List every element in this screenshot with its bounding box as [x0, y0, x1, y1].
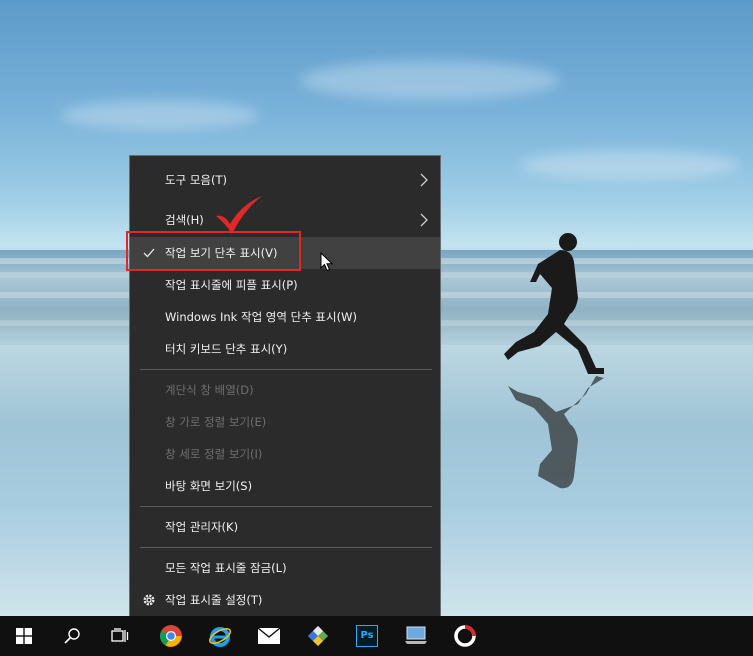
photoshop-label: Ps [360, 630, 374, 641]
mouse-cursor-icon [320, 252, 334, 272]
menu-item-label: 창 가로 정렬 보기(E) [165, 415, 267, 429]
app-icon [454, 625, 476, 647]
network-icon [405, 626, 427, 644]
chrome-icon [160, 625, 182, 647]
menu-item-cascade-windows[interactable]: 계단식 창 배열(D) [130, 374, 440, 406]
menu-item-label: 터치 키보드 단추 표시(Y) [165, 342, 288, 356]
menu-item-label: 작업 표시줄 설정(T) [165, 593, 263, 607]
internet-explorer-icon [208, 627, 232, 647]
menu-item-show-touch-keyboard[interactable]: 터치 키보드 단추 표시(Y) [130, 333, 440, 365]
menu-item-label: 바탕 화면 보기(S) [165, 479, 253, 493]
chevron-right-icon [420, 213, 428, 227]
menu-item-label: 작업 관리자(K) [165, 520, 239, 534]
taskbar-search-button[interactable] [48, 616, 96, 656]
taskbar-internet-explorer[interactable] [196, 616, 244, 656]
taskbar-network-app[interactable] [392, 616, 440, 656]
search-icon [64, 628, 80, 644]
taskbar-mail[interactable] [245, 616, 293, 656]
taskbar-store[interactable] [294, 616, 342, 656]
menu-separator [140, 547, 432, 548]
task-view-button[interactable] [96, 616, 144, 656]
chevron-right-icon [420, 173, 428, 187]
highlight-box [126, 231, 301, 271]
taskbar-app[interactable] [441, 616, 489, 656]
task-view-icon [111, 628, 129, 642]
taskbar-photoshop[interactable]: Ps [343, 616, 391, 656]
menu-item-label: 모든 작업 표시줄 잠금(L) [165, 561, 287, 575]
mail-icon [257, 627, 281, 644]
taskbar-context-menu: 도구 모음(T) 검색(H) 작업 보기 단추 표시(V) 작업 표시줄에 피플… [129, 155, 441, 617]
menu-item-lock-taskbar[interactable]: 모든 작업 표시줄 잠금(L) [130, 552, 440, 584]
taskbar: Ps [0, 616, 753, 656]
menu-item-label: 창 세로 정렬 보기(I) [165, 447, 263, 461]
taskbar-chrome[interactable] [147, 616, 195, 656]
gear-icon [143, 594, 155, 606]
menu-item-task-manager[interactable]: 작업 관리자(K) [130, 511, 440, 543]
red-checkmark-annotation [216, 196, 262, 234]
menu-item-label: 작업 표시줄에 피플 표시(P) [165, 278, 298, 292]
start-button[interactable] [0, 616, 48, 656]
menu-item-show-people[interactable]: 작업 표시줄에 피플 표시(P) [130, 269, 440, 301]
photoshop-icon: Ps [356, 625, 378, 647]
menu-item-taskbar-settings[interactable]: 작업 표시줄 설정(T) [130, 584, 440, 616]
menu-item-label: Windows Ink 작업 영역 단추 표시(W) [165, 310, 357, 324]
menu-item-label: 도구 모음(T) [165, 173, 227, 187]
menu-item-label: 계단식 창 배열(D) [165, 383, 254, 397]
menu-separator [140, 506, 432, 507]
menu-item-label: 검색(H) [165, 213, 204, 227]
menu-item-toolbars[interactable]: 도구 모음(T) [130, 164, 440, 196]
windows-start-icon [16, 628, 32, 644]
menu-item-stack-windows[interactable]: 창 가로 정렬 보기(E) [130, 406, 440, 438]
menu-item-side-by-side[interactable]: 창 세로 정렬 보기(I) [130, 438, 440, 470]
menu-separator [140, 369, 432, 370]
menu-item-show-desktop[interactable]: 바탕 화면 보기(S) [130, 470, 440, 502]
menu-item-show-windows-ink[interactable]: Windows Ink 작업 영역 단추 표시(W) [130, 301, 440, 333]
store-icon [308, 626, 328, 646]
runner-figure [504, 233, 604, 489]
